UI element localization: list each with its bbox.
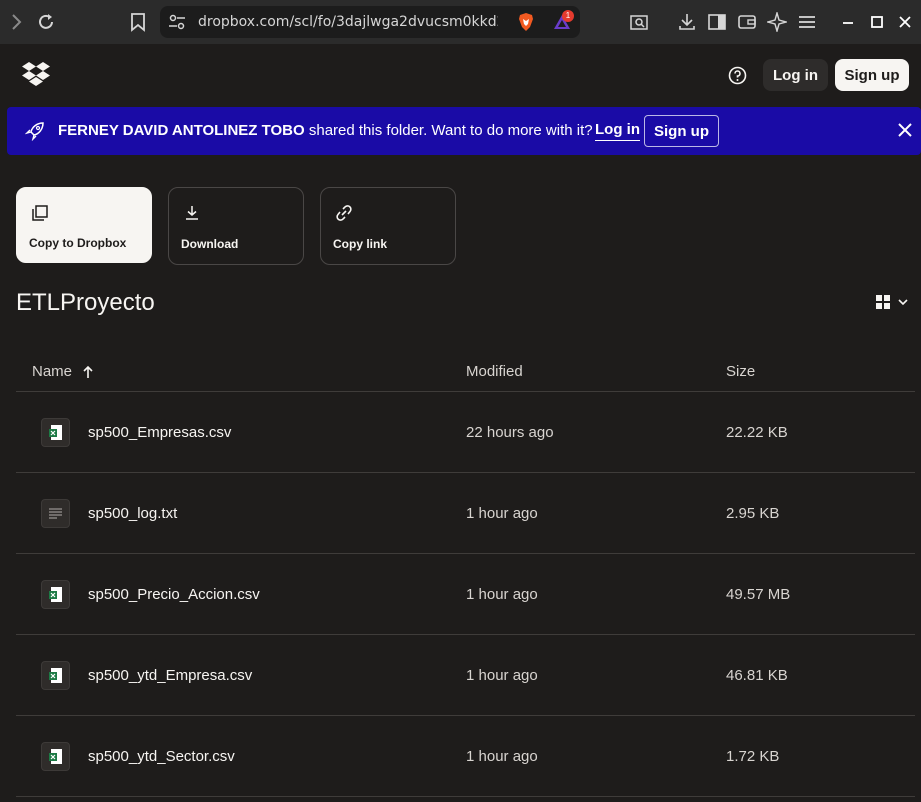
column-name-header[interactable]: Name: [32, 363, 72, 380]
folder-title: ETLProyecto: [16, 289, 155, 316]
rocket-icon: [25, 122, 44, 141]
shared-folder-banner: FERNEY DAVID ANTOLINEZ TOBO shared this …: [7, 107, 921, 155]
brave-shields-icon[interactable]: [516, 12, 536, 32]
screenshot-icon[interactable]: [629, 12, 649, 32]
close-window-icon[interactable]: [895, 12, 915, 32]
site-settings-icon[interactable]: [168, 14, 186, 30]
banner-signup-button[interactable]: Sign up: [644, 115, 719, 147]
excel-icon: [41, 661, 70, 690]
browser-toolbar: dropbox.com/scl/fo/3dajlwga2dvucsm0kkd2.…: [0, 0, 921, 44]
signup-button[interactable]: Sign up: [835, 59, 909, 91]
table-row[interactable]: sp500_ytd_Empresa.csv 1 hour ago 46.81 K…: [16, 635, 915, 716]
copy-to-dropbox-label: Copy to Dropbox: [29, 236, 127, 250]
banner-message-text: shared this folder. Want to do more with…: [304, 122, 593, 139]
file-name[interactable]: sp500_ytd_Empresa.csv: [88, 667, 252, 684]
copy-to-dropbox-button[interactable]: Copy to Dropbox: [16, 187, 152, 263]
excel-icon: [41, 580, 70, 609]
link-icon: [336, 205, 352, 221]
sort-ascending-icon[interactable]: [82, 365, 94, 379]
close-icon[interactable]: [897, 122, 913, 138]
file-size: 2.95 KB: [726, 505, 780, 522]
download-icon: [186, 206, 198, 220]
column-size-header[interactable]: Size: [726, 363, 755, 380]
forward-icon[interactable]: [4, 10, 28, 34]
file-table-header: Name Modified Size: [16, 352, 915, 392]
downloads-icon[interactable]: [677, 12, 697, 32]
file-size: 49.57 MB: [726, 586, 791, 603]
table-row[interactable]: sp500_ytd_Sector.csv 1 hour ago 1.72 KB: [16, 716, 915, 797]
file-size: 22.22 KB: [726, 424, 788, 441]
minimize-icon[interactable]: [838, 12, 858, 32]
copy-link-button[interactable]: Copy link: [320, 187, 456, 265]
table-row[interactable]: sp500_log.txt 1 hour ago 2.95 KB: [16, 473, 915, 554]
file-modified: 1 hour ago: [466, 505, 538, 522]
file-size: 1.72 KB: [726, 748, 780, 765]
file-name[interactable]: sp500_ytd_Sector.csv: [88, 748, 235, 765]
table-row[interactable]: sp500_Precio_Accion.csv 1 hour ago 49.57…: [16, 554, 915, 635]
menu-icon[interactable]: [797, 12, 817, 32]
column-modified-header[interactable]: Modified: [466, 363, 523, 380]
sharer-name: FERNEY DAVID ANTOLINEZ TOBO: [58, 122, 305, 139]
download-label: Download: [181, 237, 239, 251]
file-name[interactable]: sp500_Precio_Accion.csv: [88, 586, 260, 603]
bookmark-icon[interactable]: [126, 10, 150, 34]
copy-link-label: Copy link: [333, 237, 388, 251]
url-text[interactable]: dropbox.com/scl/fo/3dajlwga2dvucsm0kkd2.…: [198, 14, 498, 30]
reload-icon[interactable]: [34, 10, 58, 34]
rewards-badge: 1: [562, 10, 574, 22]
file-modified: 1 hour ago: [466, 586, 538, 603]
login-button[interactable]: Log in: [763, 59, 828, 91]
excel-icon: [41, 742, 70, 771]
file-size: 46.81 KB: [726, 667, 788, 684]
table-row[interactable]: sp500_Empresas.csv 22 hours ago 22.22 KB: [16, 392, 915, 473]
excel-icon: [41, 418, 70, 447]
maximize-icon[interactable]: [867, 12, 887, 32]
grid-view-icon[interactable]: [875, 294, 909, 310]
dropbox-header: Log in Sign up: [0, 44, 921, 106]
sidebar-icon[interactable]: [707, 12, 727, 32]
download-button[interactable]: Download: [168, 187, 304, 265]
file-modified: 1 hour ago: [466, 667, 538, 684]
leo-ai-icon[interactable]: [767, 12, 787, 32]
file-name[interactable]: sp500_Empresas.csv: [88, 424, 231, 441]
file-name[interactable]: sp500_log.txt: [88, 505, 177, 522]
wallet-icon[interactable]: [737, 12, 757, 32]
address-bar[interactable]: dropbox.com/scl/fo/3dajlwga2dvucsm0kkd2.…: [160, 6, 580, 38]
text-file-icon: [41, 499, 70, 528]
banner-login-link[interactable]: Log in: [595, 121, 640, 141]
copy-icon: [32, 205, 48, 221]
file-modified: 22 hours ago: [466, 424, 554, 441]
help-icon[interactable]: [728, 66, 747, 85]
dropbox-logo-icon[interactable]: [22, 61, 50, 87]
file-modified: 1 hour ago: [466, 748, 538, 765]
banner-message: FERNEY DAVID ANTOLINEZ TOBO shared this …: [58, 122, 593, 139]
